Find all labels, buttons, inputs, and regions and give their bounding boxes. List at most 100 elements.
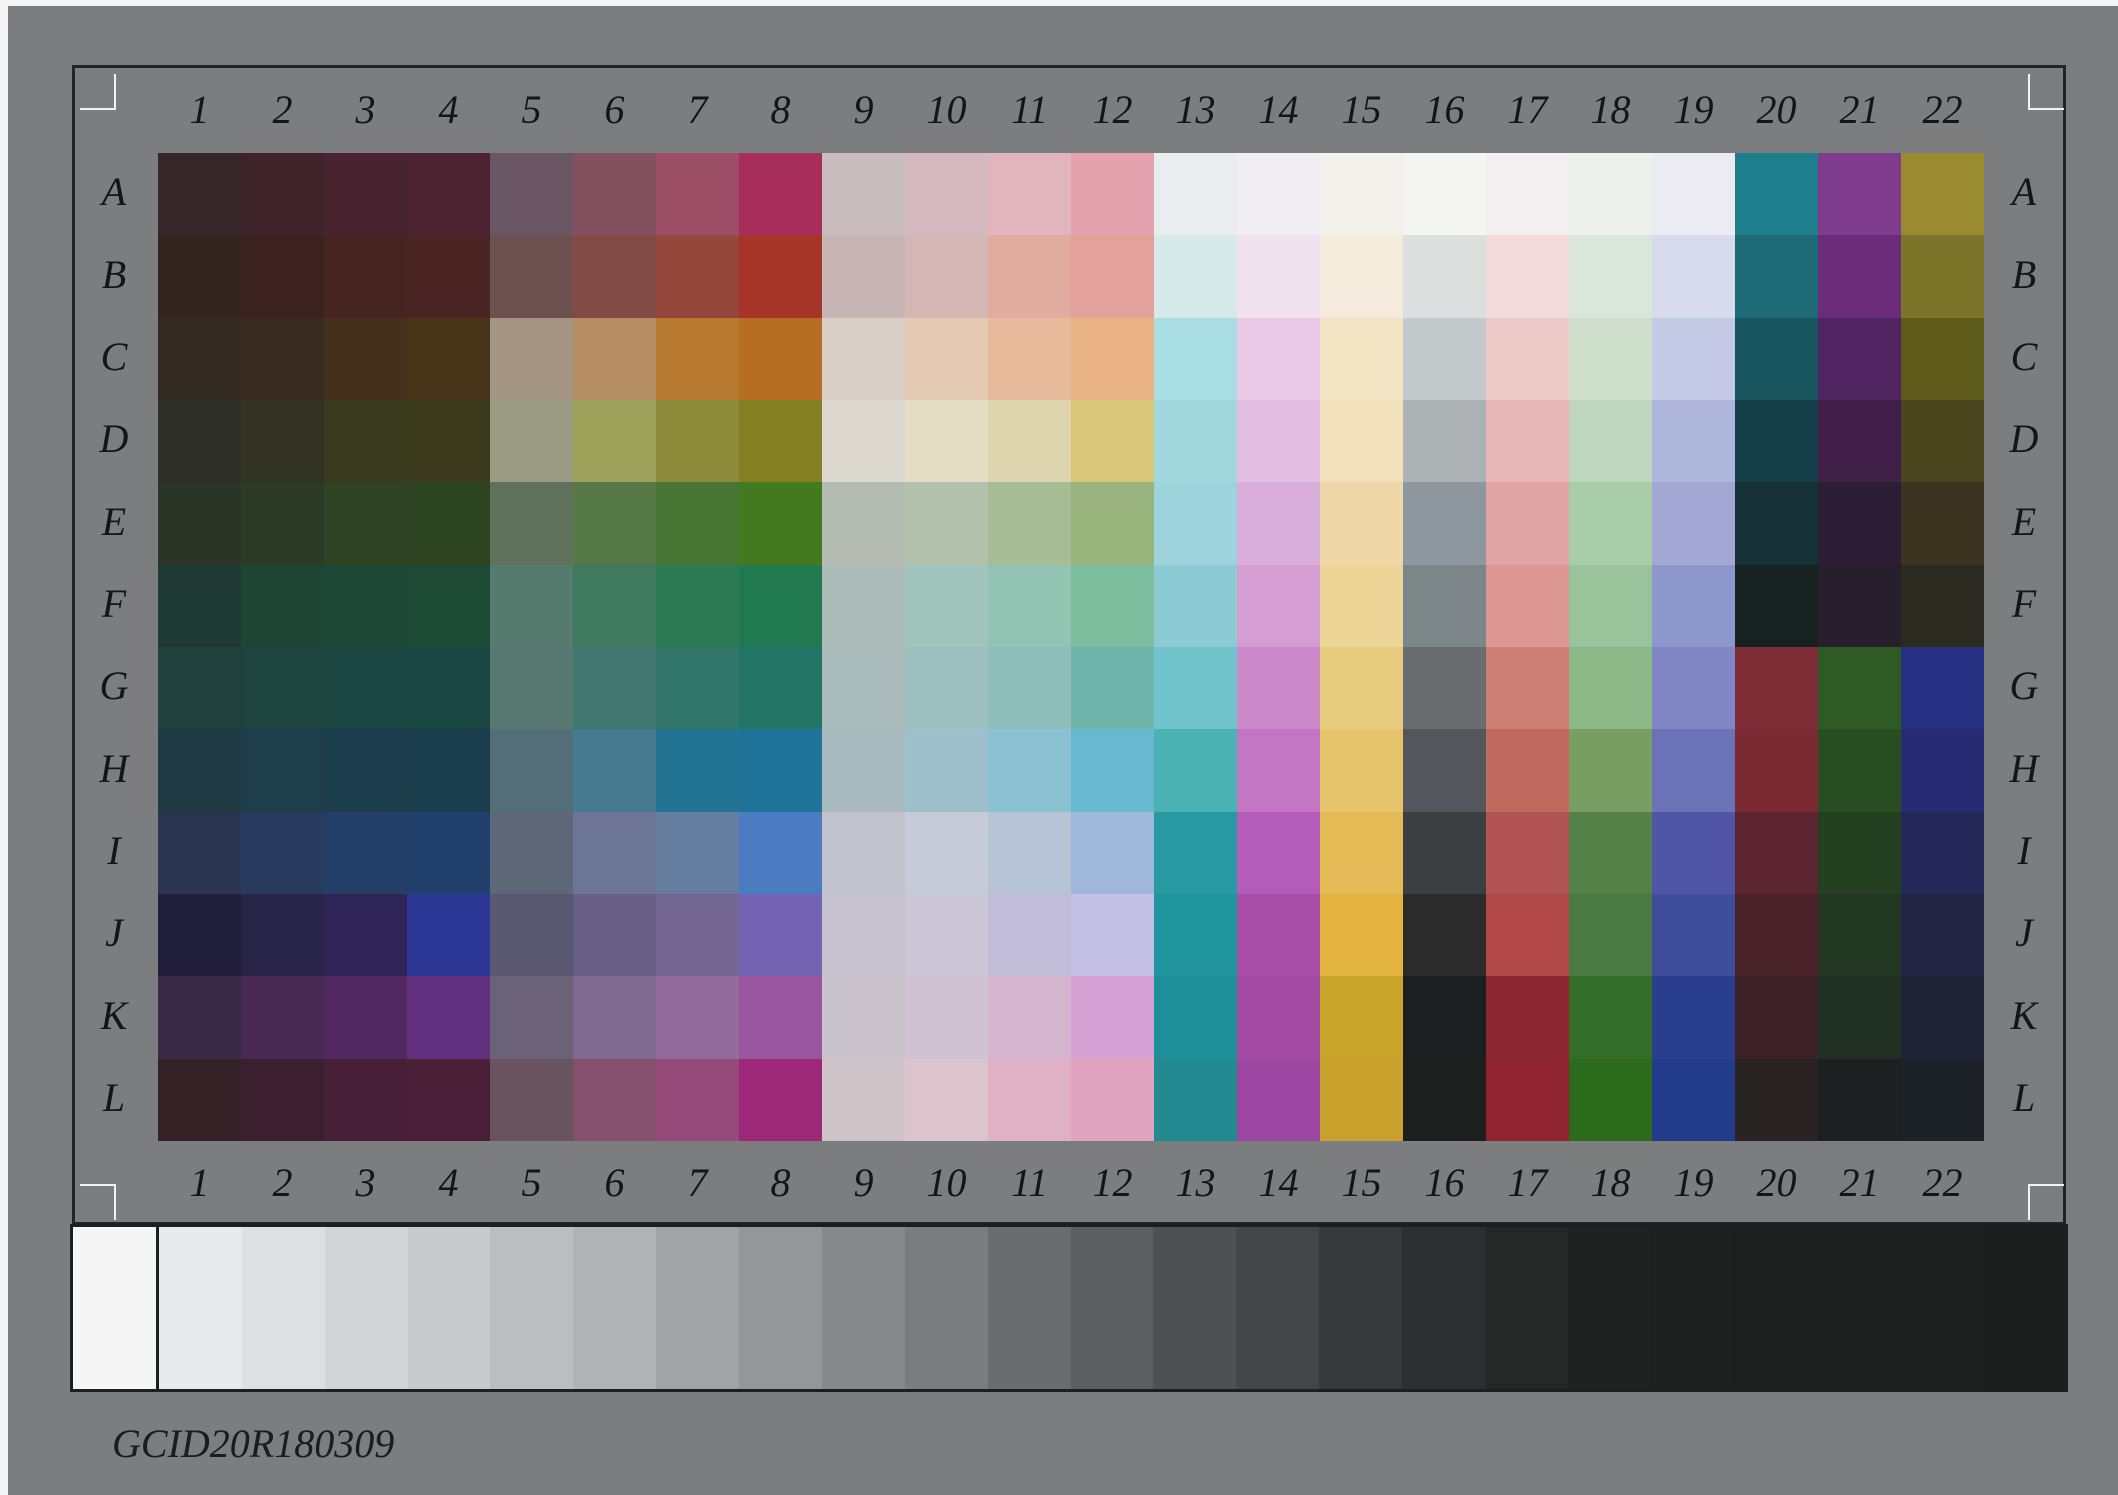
registration-mark-top-right	[2028, 74, 2064, 110]
patch-F2	[241, 564, 324, 647]
column-label-bottom-7: 7	[687, 1160, 708, 1205]
patch-A4	[407, 153, 490, 236]
patch-K12	[1071, 976, 1154, 1059]
patch-F22	[1901, 564, 1984, 647]
column-label-top-16: 16	[1424, 87, 1465, 132]
patch-L5	[490, 1058, 573, 1141]
column-label-bottom-5: 5	[521, 1160, 542, 1205]
patch-A22	[1901, 153, 1984, 236]
patch-G14	[1237, 647, 1320, 730]
patch-F5	[490, 564, 573, 647]
patch-F21	[1818, 564, 1901, 647]
patch-B21	[1818, 235, 1901, 318]
patch-F15	[1320, 564, 1403, 647]
patch-K1	[158, 976, 241, 1059]
patch-E16	[1403, 482, 1486, 565]
patch-B10	[905, 235, 988, 318]
patch-C8	[739, 317, 822, 400]
patch-F3	[324, 564, 407, 647]
column-label-bottom-6: 6	[604, 1160, 625, 1205]
patch-G13	[1154, 647, 1237, 730]
patch-H21	[1818, 729, 1901, 812]
patch-F9	[822, 564, 905, 647]
patch-A6	[573, 153, 656, 236]
column-label-top-2: 2	[272, 87, 293, 132]
patch-G5	[490, 647, 573, 730]
patch-C16	[1403, 317, 1486, 400]
patch-H2	[241, 729, 324, 812]
patch-J5	[490, 894, 573, 977]
patch-A21	[1818, 153, 1901, 236]
patch-L4	[407, 1058, 490, 1141]
patch-G21	[1818, 647, 1901, 730]
patch-E8	[739, 482, 822, 565]
patch-H19	[1652, 729, 1735, 812]
patch-H4	[407, 729, 490, 812]
patch-J7	[656, 894, 739, 977]
patch-B8	[739, 235, 822, 318]
patch-D13	[1154, 400, 1237, 483]
patch-J12	[1071, 894, 1154, 977]
gray-step-11	[904, 1227, 988, 1389]
color-target-card: 1 2 3 4 5 6 7 8 9 10 11 12 13 14 15 16 17 18 19 20 21 22 1234…	[8, 6, 2118, 1495]
patch-H20	[1735, 729, 1818, 812]
patch-L17	[1486, 1058, 1569, 1141]
patch-C18	[1569, 317, 1652, 400]
gray-step-7	[573, 1227, 657, 1389]
patch-I4	[407, 811, 490, 894]
patch-J21	[1818, 894, 1901, 977]
patch-J13	[1154, 894, 1237, 977]
patch-G16	[1403, 647, 1486, 730]
patch-J20	[1735, 894, 1818, 977]
patch-L8	[739, 1058, 822, 1141]
gray-step-17	[1402, 1227, 1485, 1389]
patch-I19	[1652, 811, 1735, 894]
patch-I15	[1320, 811, 1403, 894]
patch-J1	[158, 894, 241, 977]
patch-D16	[1403, 400, 1486, 483]
row-label-right-G: G	[2009, 663, 2039, 709]
row-label-right-C: C	[2010, 333, 2038, 379]
patch-B3	[324, 235, 407, 318]
patch-C12	[1071, 317, 1154, 400]
column-label-top-7: 7	[687, 87, 708, 132]
patch-L13	[1154, 1058, 1237, 1141]
patch-D11	[988, 400, 1071, 483]
patch-I7	[656, 811, 739, 894]
patch-G4	[407, 647, 490, 730]
patch-F14	[1237, 564, 1320, 647]
column-label-bottom-2: 2	[272, 1160, 293, 1205]
gray-step-21	[1733, 1227, 1817, 1389]
column-label-bottom-10: 10	[926, 1160, 967, 1205]
patch-E17	[1486, 482, 1569, 565]
registration-mark-bottom-left	[80, 1184, 116, 1220]
patch-A2	[241, 153, 324, 236]
patch-A15	[1320, 153, 1403, 236]
gray-step-6	[490, 1227, 574, 1389]
patch-D17	[1486, 400, 1569, 483]
patch-G20	[1735, 647, 1818, 730]
patch-E11	[988, 482, 1071, 565]
patch-G2	[241, 647, 324, 730]
patch-K18	[1569, 976, 1652, 1059]
patch-J11	[988, 894, 1071, 977]
patch-G9	[822, 647, 905, 730]
column-label-bottom-12: 12	[1092, 1160, 1133, 1205]
patch-J17	[1486, 894, 1569, 977]
column-label-top-15: 15	[1341, 87, 1382, 132]
patch-G22	[1901, 647, 1984, 730]
patch-C21	[1818, 317, 1901, 400]
patch-C17	[1486, 317, 1569, 400]
gray-step-5	[407, 1227, 491, 1389]
row-label-left-B: B	[101, 251, 127, 297]
patch-E20	[1735, 482, 1818, 565]
patch-C13	[1154, 317, 1237, 400]
patch-B18	[1569, 235, 1652, 318]
patch-C22	[1901, 317, 1984, 400]
patch-A10	[905, 153, 988, 236]
patch-I2	[241, 811, 324, 894]
patch-K22	[1901, 976, 1984, 1059]
patch-B22	[1901, 235, 1984, 318]
row-label-right-I: I	[2017, 827, 2031, 873]
patch-F13	[1154, 564, 1237, 647]
